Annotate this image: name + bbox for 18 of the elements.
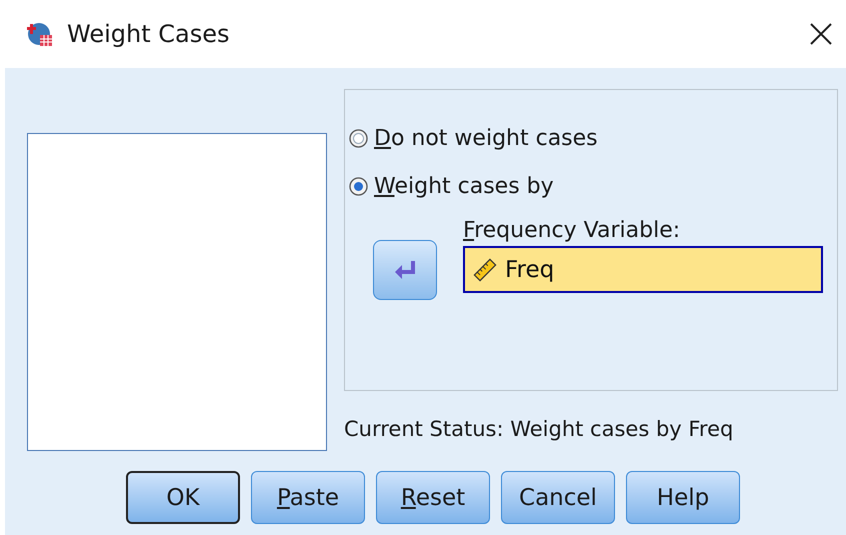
dialog-button[interactable]: OK	[126, 471, 240, 524]
radio-label[interactable]: Do not weight cases	[374, 126, 598, 150]
app-icon	[27, 21, 53, 47]
field-value: Freq	[505, 256, 554, 282]
dialog-button[interactable]: Paste	[251, 471, 365, 524]
status-text: Current Status: Weight cases by Freq	[344, 417, 734, 441]
close-icon[interactable]	[808, 21, 834, 47]
radio-button[interactable]	[349, 176, 368, 196]
dialog-button[interactable]: Help	[626, 471, 740, 524]
radio-label[interactable]: Weight cases by	[374, 174, 554, 198]
return-arrow-icon	[393, 259, 417, 281]
window-title: Weight Cases	[67, 20, 230, 48]
dialog-button[interactable]: Reset	[376, 471, 490, 524]
radio-button[interactable]	[349, 128, 368, 148]
dialog-button[interactable]: Cancel	[501, 471, 615, 524]
move-button[interactable]	[373, 240, 437, 300]
field-label: Frequency Variable:	[463, 217, 682, 245]
frequency-variable-field[interactable]: Freq	[463, 246, 823, 293]
